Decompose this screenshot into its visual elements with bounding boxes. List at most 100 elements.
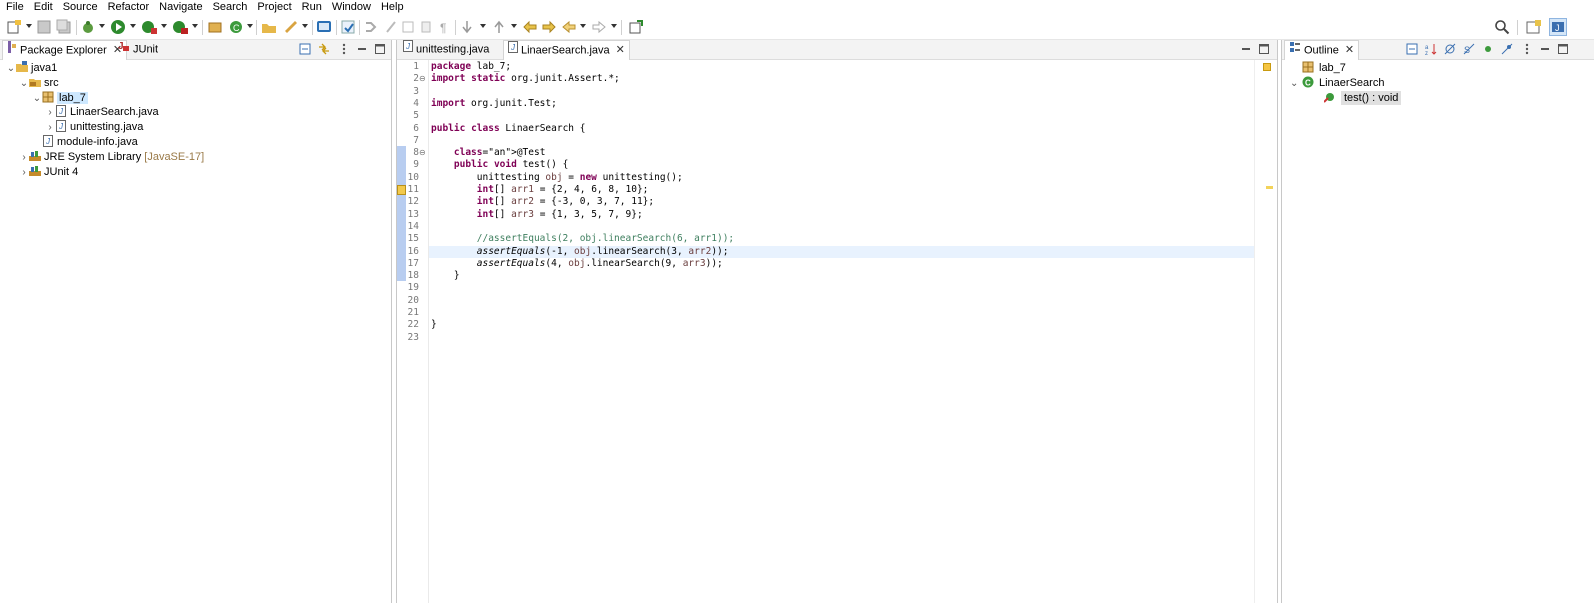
pilcrow-icon[interactable]: ¶: [436, 19, 452, 35]
pin-editor-icon[interactable]: [628, 19, 644, 35]
minimize-icon[interactable]: [1539, 43, 1551, 55]
collapse-all-icon[interactable]: [299, 43, 311, 55]
hide-fields-icon[interactable]: [1444, 43, 1456, 55]
save-icon[interactable]: [36, 19, 52, 35]
chevron-right-icon[interactable]: ›: [19, 165, 29, 180]
code-line[interactable]: unittesting obj = new unittesting();: [429, 172, 1255, 184]
code-editor[interactable]: 1 2 ⊖ 3 4 5 6 7 8 ⊖ 9 10 11 12 13 14 15 16 17 18 19 20 21 22 23 …: [397, 60, 1277, 603]
save-all-icon[interactable]: [56, 19, 72, 35]
chevron-down-icon[interactable]: ⌄: [6, 61, 16, 76]
coverage-icon[interactable]: [141, 19, 157, 35]
toggle-mark-occurrences-icon[interactable]: [340, 19, 356, 35]
minimize-icon[interactable]: [1240, 43, 1252, 55]
run-dropdown[interactable]: [130, 24, 136, 28]
previous-annotation-dropdown[interactable]: [511, 24, 517, 28]
chevron-down-icon[interactable]: ⌄: [1290, 76, 1302, 91]
new-icon[interactable]: [6, 19, 22, 35]
code-line[interactable]: [429, 307, 1255, 319]
code-line[interactable]: int[] arr1 = {2, 4, 6, 8, 10};: [429, 184, 1255, 196]
code-line[interactable]: [429, 332, 1255, 344]
search-tool-icon[interactable]: [283, 19, 299, 35]
back-icon[interactable]: [561, 19, 577, 35]
external-tools-dropdown[interactable]: [192, 24, 198, 28]
run-icon[interactable]: [110, 19, 126, 35]
fold-icon[interactable]: ⊖: [419, 147, 426, 159]
chevron-down-icon[interactable]: ⌄: [32, 91, 42, 106]
minimize-icon[interactable]: [356, 43, 368, 55]
chevron-right-icon[interactable]: ›: [45, 120, 55, 135]
code-line[interactable]: [429, 110, 1255, 122]
toggle-breadcrumb-icon[interactable]: [363, 19, 379, 35]
forward-icon[interactable]: [591, 19, 607, 35]
code-line[interactable]: import org.junit.Test;: [429, 98, 1255, 110]
forward-dropdown[interactable]: [611, 24, 617, 28]
tree-item-unittesting-java[interactable]: › Junittesting.java: [45, 120, 143, 135]
outline-item-test-void[interactable]: test() : void: [1312, 90, 1402, 106]
open-perspective-icon[interactable]: [1526, 19, 1542, 35]
tree-item-linaersearch-java[interactable]: › J LinaerSearch.java: [45, 105, 159, 120]
code-line[interactable]: public class LinaerSearch {: [429, 123, 1255, 135]
new-java-class-icon[interactable]: C: [228, 19, 244, 35]
console-icon[interactable]: [316, 19, 332, 35]
fold-icon[interactable]: ⊖: [419, 73, 426, 85]
java-perspective-icon[interactable]: J: [1549, 18, 1567, 36]
open-type-icon[interactable]: [261, 19, 277, 35]
tree-item-src[interactable]: ⌄ src: [19, 76, 59, 91]
menu-file[interactable]: File: [0, 0, 29, 15]
menu-search[interactable]: Search: [208, 0, 253, 15]
external-tools-icon[interactable]: [172, 19, 188, 35]
code-line[interactable]: [429, 86, 1255, 98]
search-icon[interactable]: [1494, 19, 1510, 35]
code-line[interactable]: import static org.junit.Assert.*;: [429, 73, 1255, 85]
maximize-icon[interactable]: [374, 43, 386, 55]
menu-refactor[interactable]: Refactor: [103, 0, 155, 15]
collapse-all-icon[interactable]: [1406, 43, 1418, 55]
previous-annotation-icon[interactable]: [491, 19, 507, 35]
tab-linaersearch-java[interactable]: J LinaerSearch.java ✕: [503, 40, 630, 60]
code-line[interactable]: public void test() {: [429, 159, 1255, 171]
tree-item-lab-7[interactable]: ⌄ lab_7: [32, 91, 88, 106]
link-with-editor-icon[interactable]: [318, 43, 330, 55]
word-wrap-icon[interactable]: [400, 19, 416, 35]
menu-edit[interactable]: Edit: [29, 0, 58, 15]
menu-project[interactable]: Project: [252, 0, 296, 15]
tree-item-jre-system-library[interactable]: › JRE System Library [JavaSE-17]: [19, 150, 204, 165]
menu-help[interactable]: Help: [376, 0, 409, 15]
view-menu-icon[interactable]: [338, 43, 350, 55]
maximize-icon[interactable]: [1258, 43, 1270, 55]
code-line[interactable]: assertEquals(4, obj.linearSearch(9, arr3…: [429, 258, 1255, 270]
code-line[interactable]: [429, 295, 1255, 307]
menu-window[interactable]: Window: [327, 0, 376, 15]
code-line[interactable]: assertEquals(-1, obj.linearSearch(3, arr…: [429, 245, 1255, 258]
show-whitespace-icon[interactable]: [418, 19, 434, 35]
tree-item-java1[interactable]: ⌄ java1: [6, 61, 57, 76]
close-icon[interactable]: ✕: [616, 41, 625, 60]
code-line[interactable]: }: [429, 270, 1255, 282]
code-line[interactable]: package lab_7;: [429, 61, 1255, 73]
debug-icon[interactable]: [80, 19, 96, 35]
tree-item-module-info-java[interactable]: Jmodule-info.java: [32, 135, 138, 150]
code-line[interactable]: }: [429, 319, 1255, 331]
overview-ruler[interactable]: [1254, 60, 1277, 603]
forward-edit-icon[interactable]: [541, 19, 557, 35]
code-line[interactable]: class="an">@Test: [429, 147, 1255, 159]
tab-unittesting-java[interactable]: Junittesting.java: [399, 40, 493, 59]
chevron-down-icon[interactable]: ⌄: [19, 76, 29, 91]
warning-summary-icon[interactable]: [1263, 63, 1271, 71]
code-line[interactable]: [429, 282, 1255, 294]
menu-navigate[interactable]: Navigate: [154, 0, 207, 15]
hide-local-types-icon[interactable]: [1501, 43, 1513, 55]
chevron-right-icon[interactable]: ›: [45, 105, 55, 120]
tree-item-junit-4[interactable]: › JUnit 4: [19, 165, 78, 180]
code-line[interactable]: [429, 135, 1255, 147]
warning-icon[interactable]: [397, 185, 406, 195]
code-area[interactable]: package lab_7; import static org.junit.As…: [428, 60, 1255, 603]
code-line[interactable]: int[] arr3 = {1, 3, 5, 7, 9};: [429, 209, 1255, 221]
outline-item-linaersearch[interactable]: ⌄ C LinaerSearch: [1290, 76, 1384, 91]
close-icon[interactable]: ✕: [1345, 41, 1354, 60]
code-line[interactable]: //assertEquals(2, obj.linearSearch(6, ar…: [429, 233, 1255, 245]
debug-dropdown[interactable]: [99, 24, 105, 28]
menu-run[interactable]: Run: [297, 0, 327, 15]
coverage-dropdown[interactable]: [161, 24, 167, 28]
sort-icon[interactable]: az: [1425, 43, 1437, 55]
